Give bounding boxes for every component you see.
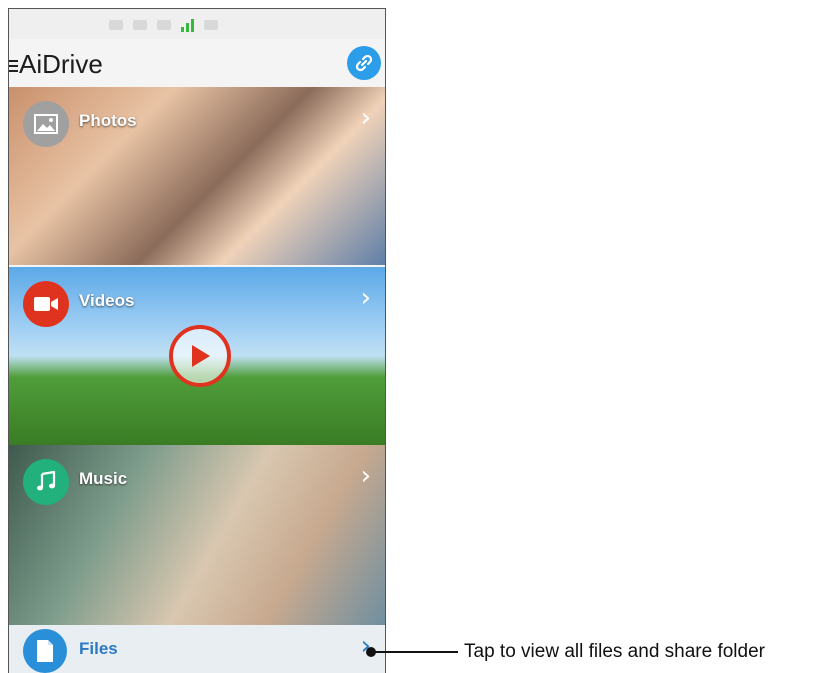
music-tile[interactable]: Music › [9, 445, 385, 625]
battery-icon [204, 20, 218, 30]
bluetooth-icon [133, 20, 147, 30]
files-label: Files [79, 639, 118, 658]
signal-icon [181, 18, 194, 32]
files-icon-badge [23, 629, 67, 673]
link-button[interactable] [347, 46, 381, 80]
photos-icon-badge [23, 101, 69, 147]
callout-line [372, 651, 458, 653]
status-bar [9, 9, 385, 39]
status-icons [109, 17, 218, 33]
videos-label: Videos [79, 291, 135, 310]
file-icon [37, 640, 53, 662]
files-row[interactable]: Files › [9, 625, 385, 673]
notification-icon [109, 20, 123, 30]
play-button[interactable] [169, 325, 231, 387]
photos-label: Photos [79, 111, 137, 130]
phone-screen: AiDrive Photos › Videos › Music › Files … [8, 8, 386, 673]
videos-icon-badge [23, 281, 69, 327]
menu-icon[interactable] [9, 60, 18, 72]
music-note-icon [37, 471, 56, 491]
chevron-right-icon: › [360, 283, 371, 313]
link-icon [355, 54, 373, 72]
music-icon-badge [23, 459, 69, 505]
chevron-right-icon: › [360, 461, 371, 491]
photos-tile[interactable]: Photos › [9, 87, 385, 265]
videos-tile[interactable]: Videos › [9, 267, 385, 445]
play-icon [192, 345, 210, 367]
video-camera-icon [34, 297, 58, 311]
app-bar: AiDrive [9, 39, 385, 93]
image-icon [34, 114, 58, 134]
app-title: AiDrive [19, 49, 103, 79]
hand-icon [157, 20, 171, 30]
callout-text: Tap to view all files and share folder [464, 641, 765, 662]
chevron-right-icon: › [360, 103, 371, 133]
music-label: Music [79, 469, 128, 488]
